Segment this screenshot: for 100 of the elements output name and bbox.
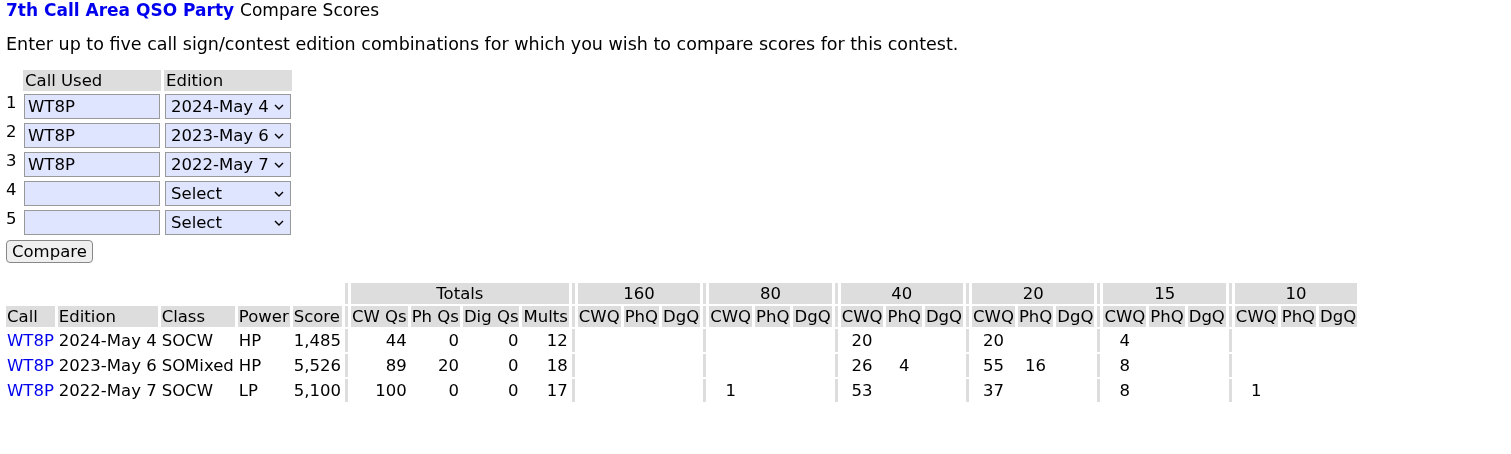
table-cell-text: 5,526 [292, 355, 342, 377]
group-header: 40 [840, 283, 964, 304]
table-cell-text: 37 [981, 380, 1005, 402]
column-header: DgQ [924, 306, 964, 327]
column-header: CWQ [1103, 306, 1147, 327]
table-cell-text: 100 [374, 380, 408, 402]
group-header: 10 [1234, 283, 1358, 304]
table-cell-text: 0 [447, 380, 460, 402]
group-header: 15 [1103, 283, 1226, 304]
call-input[interactable]: WT8P [24, 94, 160, 119]
column-header: PhQ [1017, 306, 1054, 327]
column-header: DgQ [793, 306, 832, 327]
table-cell-text: 2024-May 4 [57, 330, 158, 352]
table-cell-text: 20 [981, 330, 1005, 352]
column-header: CWQ [840, 306, 884, 327]
row-number: 3 [6, 151, 18, 172]
column-header: Dig Qs [462, 306, 520, 327]
column-header: PhQ [886, 306, 922, 327]
column-header: DgQ [1319, 306, 1358, 327]
table-cell-text: 89 [384, 355, 408, 377]
contest-title: 7th Call Area QSO Party [6, 0, 235, 20]
edition-dropdown[interactable]: Select [165, 210, 291, 235]
row-number: 5 [6, 209, 18, 230]
column-header: DgQ [662, 306, 701, 327]
call-input[interactable]: WT8P [24, 123, 160, 148]
call-link[interactable]: WT8P [7, 356, 54, 375]
table-cell-text: 16 [1024, 355, 1048, 377]
column-header: Class [160, 306, 235, 327]
column-header: Score [292, 306, 342, 327]
intro-text: Enter up to five call sign/contest edition combinations for which you wish to compare scores for this contest. [6, 34, 960, 54]
table-cell-text: 17 [545, 380, 569, 402]
caret-icon [274, 190, 284, 197]
table-cell-text: 0 [447, 330, 460, 352]
caret-icon [274, 161, 284, 168]
table-cell-text: 0 [507, 355, 520, 377]
column-header: Mults [522, 306, 569, 327]
caret-icon [274, 219, 284, 226]
table-cell-text: 4 [897, 355, 911, 377]
column-header: PhQ [1280, 306, 1317, 327]
column-header: PhQ [755, 306, 791, 327]
table-cell-text: SOCW [160, 380, 214, 402]
page-title: Compare Scores [240, 0, 380, 20]
table-cell-text: 20 [436, 355, 460, 377]
group-header: 160 [577, 283, 701, 304]
column-header: Call [6, 306, 55, 327]
edition-dropdown[interactable]: Select [165, 181, 291, 206]
group-header: 20 [972, 283, 1095, 304]
column-header: Edition [57, 306, 158, 327]
table-cell-text: 1 [1250, 380, 1263, 402]
table-cell-text: 55 [981, 355, 1005, 377]
table-cell-text: HP [237, 355, 263, 377]
call-input[interactable] [24, 210, 160, 235]
column-header: Edition [164, 70, 292, 91]
table-cell-text: 26 [850, 355, 874, 377]
edition-dropdown[interactable]: 2024-May 4 [165, 94, 291, 119]
edition-dropdown[interactable]: 2023-May 6 [165, 123, 291, 148]
column-header: CW Qs [350, 306, 408, 327]
group-header: 80 [709, 283, 832, 304]
column-header: PhQ [1149, 306, 1185, 327]
row-number: 2 [6, 122, 18, 143]
column-header: DgQ [1187, 306, 1226, 327]
column-header: PhQ [623, 306, 660, 327]
column-header: DgQ [1056, 306, 1095, 327]
table-cell-text: 8 [1118, 355, 1132, 377]
table-cell-text: 0 [507, 330, 520, 352]
call-input[interactable] [24, 181, 160, 206]
table-cell-text: 4 [1118, 330, 1132, 352]
table-cell-text: 20 [850, 330, 874, 352]
column-header: CWQ [709, 306, 753, 327]
row-number: 1 [6, 93, 18, 114]
group-header: Totals [350, 283, 569, 304]
table-cell-text: 8 [1118, 380, 1132, 402]
table-cell-text: 1,485 [292, 330, 342, 352]
column-header: Ph Qs [410, 306, 460, 327]
table-cell-text: 5,100 [292, 380, 342, 402]
call-link[interactable]: WT8P [7, 381, 54, 400]
table-cell-text: 1 [724, 380, 737, 402]
table-cell-text: SOMixed [160, 355, 235, 377]
table-cell-text: LP [237, 380, 259, 402]
call-link[interactable]: WT8P [7, 331, 54, 350]
table-cell-text: 2022-May 7 [57, 380, 158, 402]
table-cell-text: SOCW [160, 330, 214, 352]
caret-icon [274, 132, 284, 139]
column-header: Call Used [23, 70, 161, 91]
table-cell-text: HP [237, 330, 263, 352]
row-number: 4 [6, 180, 18, 201]
table-cell-text: 53 [850, 380, 874, 402]
call-input[interactable]: WT8P [24, 152, 160, 177]
column-header: CWQ [1234, 306, 1278, 327]
table-cell-text: 18 [545, 355, 569, 377]
table-cell-text: 0 [507, 380, 520, 402]
table-cell-text: 12 [545, 330, 569, 352]
table-cell-text: 2023-May 6 [57, 355, 158, 377]
caret-icon [274, 103, 284, 110]
table-cell-text: 44 [384, 330, 408, 352]
edition-dropdown[interactable]: 2022-May 7 [165, 152, 291, 177]
column-header: CWQ [577, 306, 621, 327]
column-header: Power [237, 306, 290, 327]
column-header: CWQ [972, 306, 1015, 327]
compare-button[interactable]: Compare [6, 240, 93, 263]
